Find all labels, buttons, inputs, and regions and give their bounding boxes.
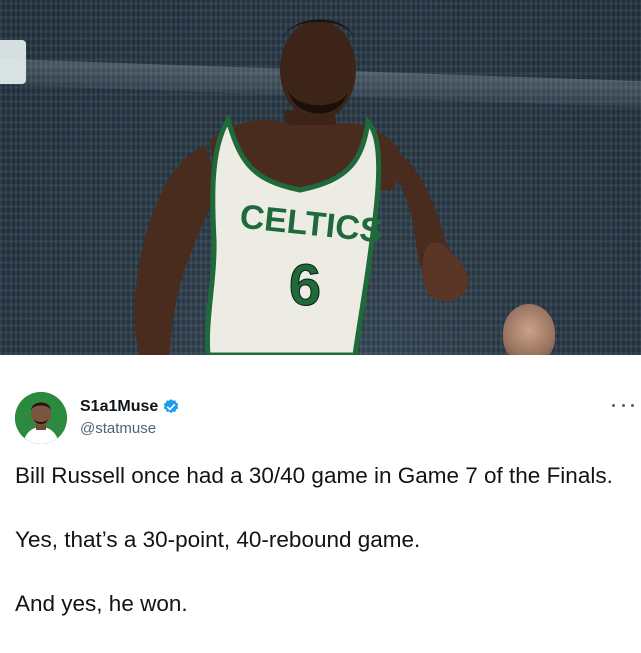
tweet-photo[interactable]: CELTICS 6 — [0, 0, 641, 355]
more-dot — [631, 403, 634, 407]
verified-badge-icon — [164, 399, 179, 414]
tweet-card: CELTICS 6 S1a1Muse @statmuse Bill Russel… — [0, 0, 641, 653]
author-avatar[interactable] — [15, 392, 67, 444]
player-figure: CELTICS 6 — [134, 19, 470, 355]
author-display-name[interactable]: S1a1Muse — [80, 398, 158, 416]
avatar-illustration-icon — [15, 392, 67, 444]
more-dot — [621, 403, 625, 407]
author-handle[interactable]: @statmuse — [80, 420, 156, 437]
tweet-paragraph: Bill Russell once had a 30/40 game in Ga… — [15, 463, 613, 488]
more-options-icon[interactable] — [612, 398, 634, 412]
jersey-number: 6 — [289, 253, 321, 318]
more-dot — [612, 403, 615, 407]
tweet-text: Bill Russell once had a 30/40 game in Ga… — [15, 460, 625, 620]
tweet-paragraph: Yes, that’s a 30-point, 40-rebound game. — [15, 527, 421, 552]
tweet-paragraph: And yes, he won. — [15, 591, 188, 616]
author-name-row[interactable]: S1a1Muse — [80, 397, 180, 417]
